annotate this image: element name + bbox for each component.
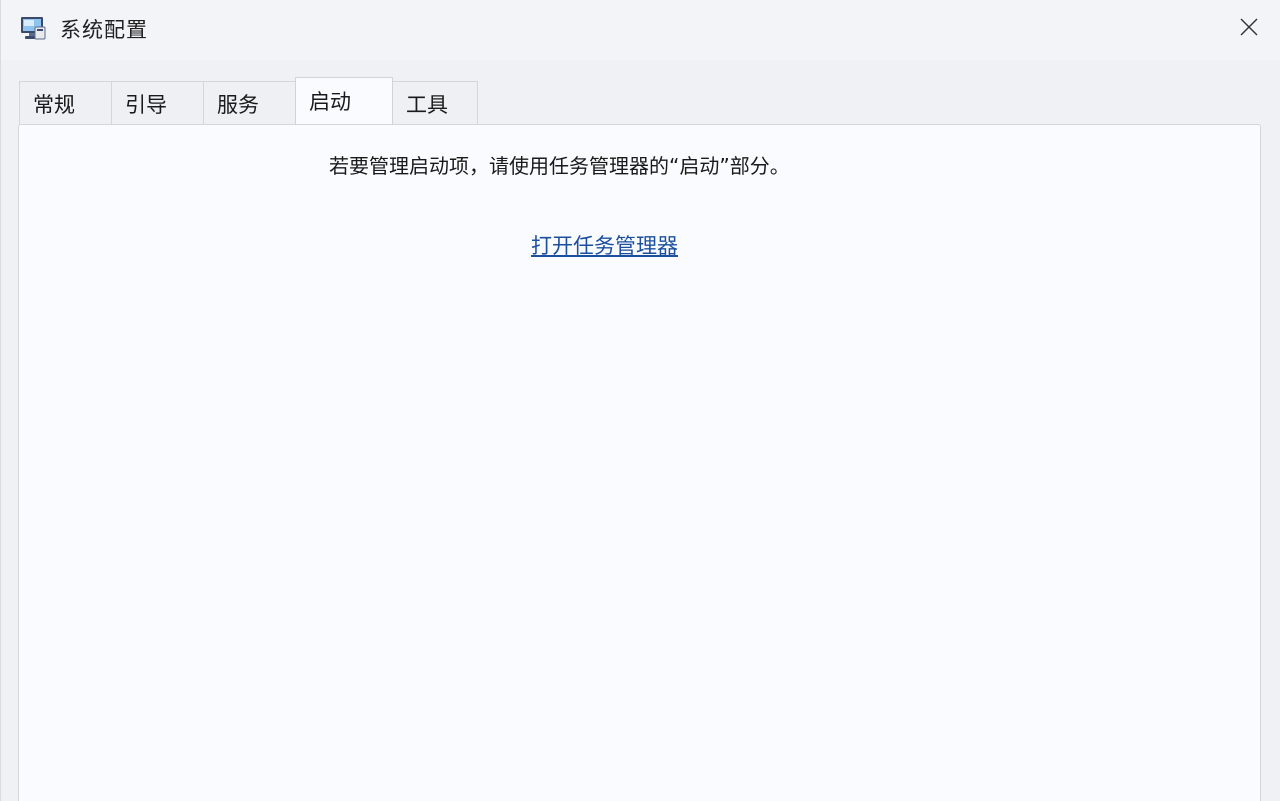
- tab-label: 启动: [309, 90, 351, 114]
- startup-panel: 若要管理启动项，请使用任务管理器的“启动”部分。 打开任务管理器: [18, 124, 1261, 801]
- title-bar: 系统配置: [1, 0, 1280, 60]
- tab-general[interactable]: 常规: [19, 81, 112, 125]
- close-icon: [1240, 18, 1258, 40]
- tab-startup[interactable]: 启动: [295, 77, 393, 124]
- tab-services[interactable]: 服务: [203, 81, 296, 125]
- tab-label: 常规: [33, 92, 75, 117]
- tab-tools[interactable]: 工具: [392, 81, 478, 125]
- tab-label: 引导: [125, 92, 167, 117]
- tab-strip: 常规 引导 服务 启动 工具: [19, 77, 478, 125]
- system-config-window: 系统配置 常规 引导 服务 启动 工具 若要管理启动项，请使用任务管理器的“启动…: [0, 0, 1280, 801]
- system-config-icon: [20, 15, 46, 41]
- open-task-manager-link[interactable]: 打开任务管理器: [531, 232, 678, 260]
- tab-boot[interactable]: 引导: [111, 81, 204, 125]
- tab-label: 服务: [217, 92, 259, 117]
- tab-label: 工具: [406, 92, 448, 117]
- startup-message: 若要管理启动项，请使用任务管理器的“启动”部分。: [329, 154, 790, 178]
- window-title: 系统配置: [60, 18, 148, 42]
- close-button[interactable]: [1217, 0, 1280, 58]
